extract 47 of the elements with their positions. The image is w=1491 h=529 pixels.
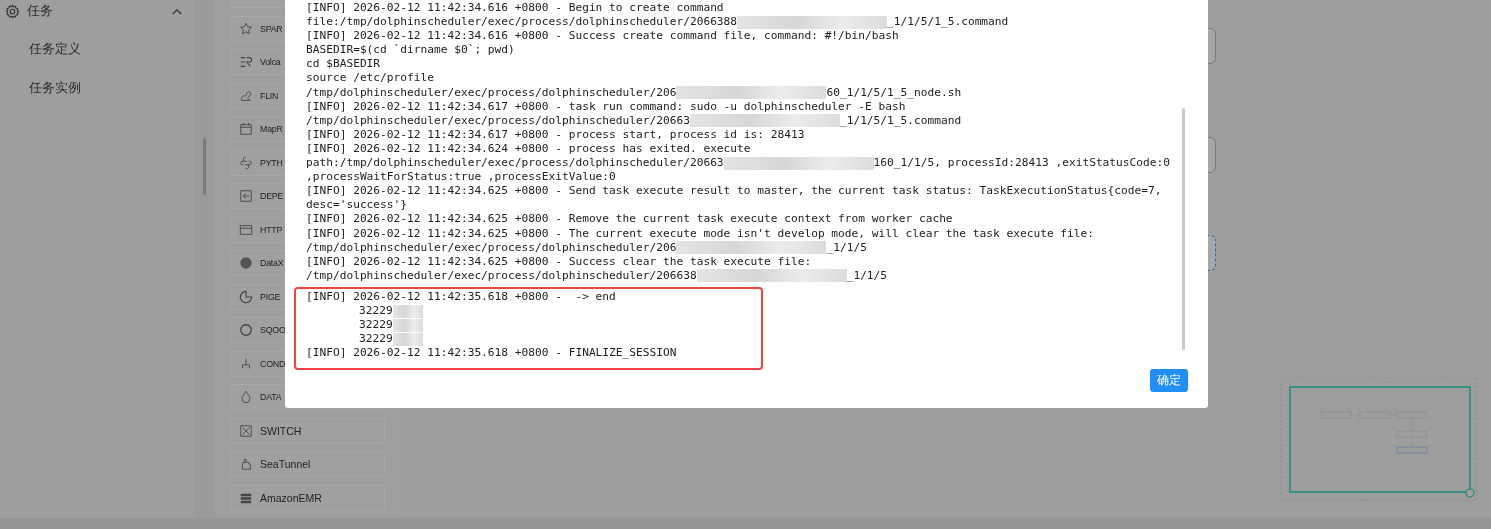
log-text: /tmp/dolphinscheduler/exec/process/dolphinscheduler/20663 [306, 113, 690, 128]
task-type-label: FLIN [260, 90, 279, 101]
log-text: BASEDIR=$(cd `dirname $0`; pwd) [306, 43, 515, 58]
task-type-label: SWITCH [260, 424, 302, 437]
log-text: 32229 [359, 303, 393, 319]
log-text: [INFO] 2026-02-12 11:42:34.616 +0800 - Success create command file, command: #!/bin/bash [306, 29, 899, 44]
task-type-label: SQOO [260, 325, 286, 335]
task-type-label: AmazonEMR [260, 491, 322, 504]
log-text: 60_1/1/5/1_5_node.sh [826, 85, 962, 100]
task-type-label: SeaTunnel [260, 458, 311, 470]
log-text: /tmp/dolphinscheduler/exec/process/dolphinscheduler/206 [306, 85, 677, 100]
log-text: [INFO] 2026-02-12 11:42:34.625 +0800 - Success clear the task execute file: [306, 254, 812, 269]
log-text: 32229 [359, 332, 393, 347]
log-text: [INFO] 2026-02-12 11:42:34.617 +0800 - task run command: sudo -u dolphinscheduler -E bash [306, 99, 906, 114]
task-type-label: Volca [260, 57, 281, 67]
log-text: [INFO] 2026-02-12 11:42:34.625 +0800 - Remove the current task execute context from worker cache [306, 212, 953, 227]
log-text: _1/1/5/1_5.command [887, 15, 1009, 30]
log-text: path:/tmp/dolphinscheduler/exec/process/dolphinscheduler/20663 [306, 156, 724, 171]
task-type-label: SPAR [260, 23, 283, 34]
log-text: [INFO] 2026-02-12 11:42:34.625 +0800 - The current execute mode isn't develop mode, will clear the task execute file: [306, 226, 1095, 241]
task-type-label: HTTP [260, 224, 283, 235]
log-text: [INFO] 2026-02-12 11:42:35.618 +0800 - -> end [306, 289, 616, 304]
task-type-label: COND [260, 358, 286, 369]
task-type-label: PIGE [260, 291, 281, 302]
log-text: [INFO] 2026-02-12 11:42:35.618 +0800 - FINALIZE_SESSION [306, 346, 677, 361]
log-text: ,processWaitForStatus:true ,processExitValue:0 [306, 170, 616, 185]
log-text: /tmp/dolphinscheduler/exec/process/dolphinscheduler/206638 [306, 268, 697, 283]
task-type-label: MapR [260, 124, 283, 134]
menu-section-title: 任务 [27, 2, 53, 20]
task-type-label: DATA [260, 392, 282, 402]
log-text: [INFO] 2026-02-12 11:42:34.625 +0800 - Send task execute result to master, the current task status: TaskExecutionStatus{code=7, [306, 184, 1162, 199]
task-type-label: PYTH [260, 157, 283, 168]
log-text: _1/1/5 [846, 268, 888, 283]
log-text: source /etc/profile [306, 71, 434, 86]
log-text: [INFO] 2026-02-12 11:42:34.616 +0800 - Begin to create command [306, 1, 724, 16]
log-text: cd $BASEDIR [306, 57, 381, 72]
task-type-label: DataX [260, 258, 284, 268]
log-text: [INFO] 2026-02-12 11:42:34.624 +0800 - process has exited. execute [306, 141, 751, 157]
log-text: desc='success'} [306, 198, 408, 213]
log-text: 160_1/1/5, processId:28413 ,exitStatusCode:0 [873, 156, 1170, 171]
log-text: _1/1/5 [826, 240, 867, 255]
task-type-label: DEPE [260, 191, 284, 201]
log-text: [INFO] 2026-02-12 11:42:34.617 +0800 - process start, process id is: 28413 [306, 127, 805, 142]
log-text: /tmp/dolphinscheduler/exec/process/dolphinscheduler/206 [306, 240, 677, 255]
log-text: file:/tmp/dolphinscheduler/exec/process/dolphinscheduler/2066388 [306, 15, 738, 30]
log-text: _1/1/5/1_5.command [839, 113, 962, 128]
log-text: 32229 [359, 318, 393, 333]
